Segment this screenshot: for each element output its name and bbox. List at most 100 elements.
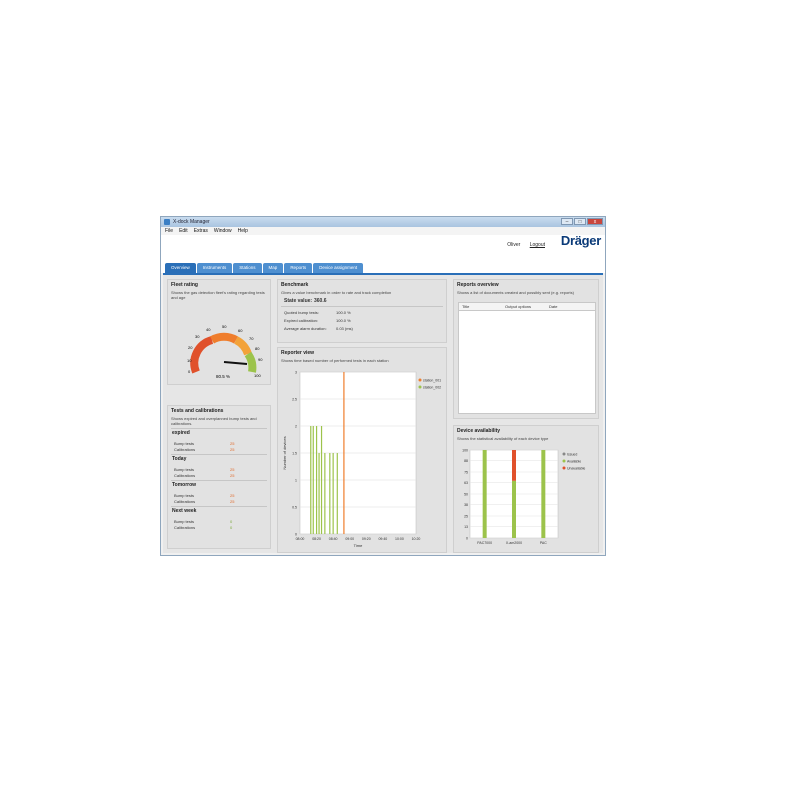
next-week-bump-value[interactable]: 0 [230, 519, 232, 524]
device-availability-desc: Shows the statistical availability of ea… [457, 436, 549, 441]
y-tick-label: 0.5 [292, 506, 297, 510]
gauge-tick-70: 70 [249, 336, 254, 341]
title-bar: X-dock Manager – □ x [161, 217, 605, 227]
tests-calibrations-panel: Tests and calibrations Shows expired and… [167, 405, 271, 549]
column-output-options[interactable]: Output options [505, 304, 531, 309]
tomorrow-cal-value[interactable]: 25 [230, 499, 234, 504]
x-tick-label: 08:40 [329, 537, 338, 541]
reports-table[interactable]: Title Output options Date [458, 302, 596, 414]
gauge-tick-100: 100 [254, 373, 261, 378]
fleet-rating-title: Fleet rating [171, 282, 198, 288]
reporter-view-title: Reporter view [281, 350, 315, 356]
close-button[interactable]: x [587, 218, 603, 225]
menu-extras[interactable]: Extras [194, 227, 208, 235]
benchmark-row-label: Average alarm duration: [284, 326, 327, 331]
benchmark-panel: Benchmark Gives a value benchmark in ord… [277, 279, 447, 343]
expired-cal-value[interactable]: 25 [230, 447, 234, 452]
benchmark-row-value: 100.0 % [336, 318, 351, 323]
bar-available [512, 480, 516, 538]
reporter-view-panel: Reporter view Shows time based number of… [277, 347, 447, 553]
divider [171, 428, 267, 429]
tomorrow-bump-value[interactable]: 25 [230, 493, 234, 498]
tests-desc: Shows expired and overplanned bump tests… [171, 416, 257, 426]
user-name: Oliver [507, 242, 521, 248]
bar-available [482, 450, 487, 538]
brand-logo: Dräger [560, 233, 601, 248]
gauge-tick-40: 40 [206, 327, 211, 332]
reports-title: Reports overview [457, 282, 499, 288]
user-box: Oliver Logout [507, 242, 545, 248]
tab-map[interactable]: Map [262, 263, 284, 273]
gauge-tick-60: 60 [238, 328, 243, 333]
menu-file[interactable]: File [165, 227, 173, 235]
expired-bump-value[interactable]: 25 [230, 441, 234, 446]
column-date[interactable]: Date [549, 304, 557, 309]
y-tick-label: 1.5 [292, 452, 297, 456]
menu-help[interactable]: Help [238, 227, 248, 235]
x-tick-label: 08:20 [312, 537, 321, 541]
tab-reports[interactable]: Reports [284, 263, 313, 273]
gauge-tick-80: 80 [255, 346, 260, 351]
next-week-cal-value[interactable]: 0 [230, 525, 232, 530]
today-bump-value[interactable]: 25 [230, 467, 234, 472]
y-tick-label: 50 [464, 493, 468, 497]
tab-instruments[interactable]: Instruments [196, 263, 233, 273]
legend-marker [418, 385, 422, 389]
cal-label: Calibrations [174, 499, 196, 504]
category-label: PAC7000 [477, 541, 492, 545]
menu-bar: File Edit Extras Window Help [161, 227, 605, 235]
gauge-value-label: 80.5 % [216, 374, 230, 379]
menu-window[interactable]: Window [214, 227, 232, 235]
legend-marker [562, 466, 566, 470]
x-tick-label: 09:00 [345, 537, 354, 541]
y-tick-label: 75 [464, 471, 468, 475]
x-tick-label: 09:40 [378, 537, 387, 541]
benchmark-row-label: Expired calibration: [284, 318, 319, 323]
reports-desc: Shows a list of documents created and po… [457, 290, 574, 295]
tab-device-assignment[interactable]: Device assignment [313, 263, 364, 273]
legend-marker [562, 452, 566, 456]
legend-label: Issued [567, 453, 577, 457]
tab-stations[interactable]: Stations [233, 263, 262, 273]
gauge-band-red [190, 336, 214, 374]
y-axis-label: Number of devices [282, 436, 287, 469]
window-title: X-dock Manager [173, 219, 210, 225]
benchmark-row-label: Quoted bump tests: [284, 310, 319, 315]
y-tick-label: 25 [464, 515, 468, 519]
y-tick-label: 38 [464, 503, 468, 507]
tab-overview[interactable]: Overview [165, 263, 196, 273]
benchmark-desc: Gives a value benchmark in order to rate… [281, 290, 392, 295]
column-title[interactable]: Title [462, 304, 469, 309]
legend-label: Available [567, 460, 581, 464]
menu-edit[interactable]: Edit [179, 227, 188, 235]
x-tick-label: 09:20 [362, 537, 371, 541]
fleet-gauge: 0 10 20 30 40 50 60 70 80 90 100 80.5 % [187, 324, 263, 379]
overview-content: Fleet rating Shows the gas detection fle… [163, 275, 603, 553]
reporter-view-desc: Shows time based number of performed tes… [281, 358, 389, 363]
legend-label: station_002 [423, 386, 441, 390]
window-controls: – □ x [561, 218, 603, 225]
minimize-button[interactable]: – [561, 218, 573, 225]
today-cal-value[interactable]: 25 [230, 473, 234, 478]
maximize-button[interactable]: □ [574, 218, 586, 225]
benchmark-title: Benchmark [281, 282, 309, 288]
divider [171, 480, 267, 481]
availability-chart: 0 13 25 38 50 63 75 88 100 PAC7000 X-am2000 PAC Issu… [462, 449, 585, 546]
legend-label: Unavailable [567, 467, 585, 471]
divider [171, 506, 267, 507]
y-tick-label: 0 [295, 533, 297, 537]
device-availability-title: Device availability [457, 428, 501, 434]
group-next-week: Next week [172, 508, 197, 514]
gauge-band-orange [210, 332, 238, 344]
gauge-tick-10: 10 [187, 358, 192, 363]
gauge-tick-0: 0 [188, 369, 191, 374]
y-tick-label: 2 [295, 425, 297, 429]
x-tick-label: 08:00 [296, 537, 305, 541]
logout-link[interactable]: Logout [530, 242, 545, 248]
cal-label: Calibrations [174, 473, 196, 478]
legend-marker [562, 459, 566, 463]
gauge-tick-90: 90 [258, 357, 263, 362]
y-tick-label: 3 [295, 371, 297, 375]
state-value: 360.6 [314, 298, 327, 304]
cal-label: Calibrations [174, 525, 196, 530]
